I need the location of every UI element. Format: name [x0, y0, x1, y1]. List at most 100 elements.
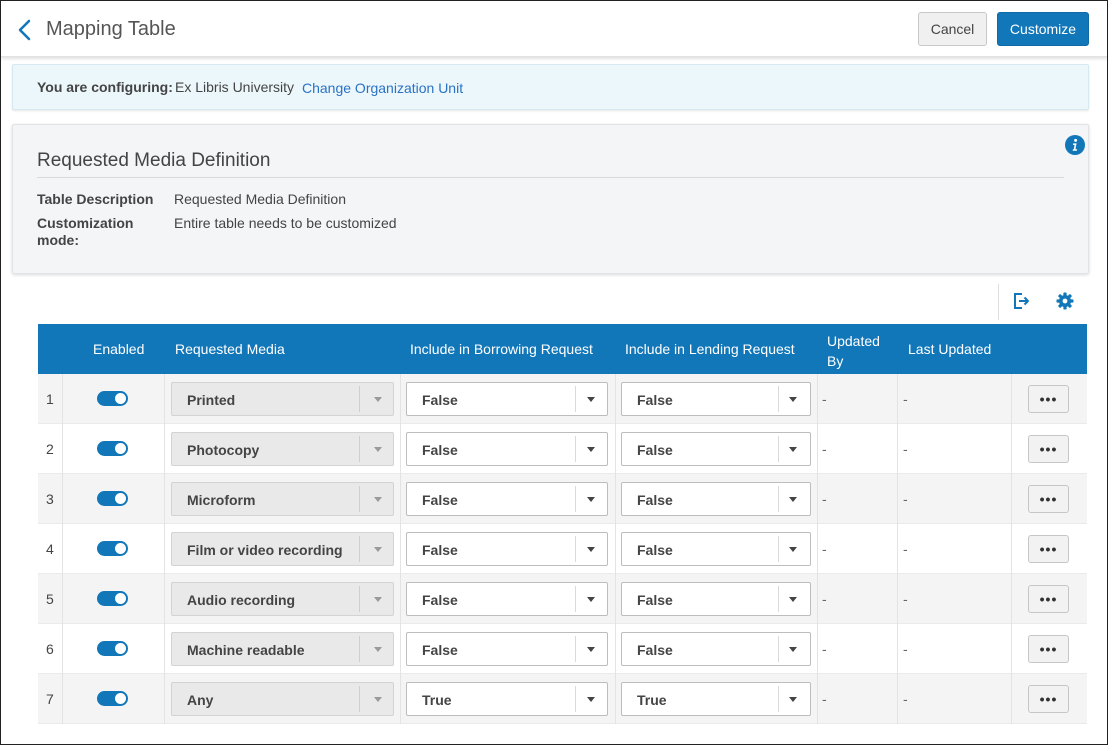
borrowing-request-select[interactable]: False: [406, 432, 608, 466]
caret-down-icon: [374, 547, 382, 552]
column-divider: [164, 374, 165, 424]
column-divider: [164, 674, 165, 724]
caret-down-icon[interactable]: [587, 597, 595, 602]
column-divider: [817, 374, 818, 424]
requested-media-value: Microform: [187, 492, 256, 508]
export-icon[interactable]: [1011, 291, 1031, 311]
chevron-left-icon[interactable]: [15, 17, 37, 43]
requested-media-value: Audio recording: [187, 592, 296, 608]
column-divider: [615, 474, 616, 524]
column-header-updated-by[interactable]: Updated By: [827, 331, 887, 371]
lending-request-select[interactable]: True: [621, 682, 811, 716]
row-actions-button[interactable]: •••: [1028, 635, 1069, 663]
lending-request-select[interactable]: False: [621, 532, 811, 566]
column-divider: [897, 674, 898, 724]
borrowing-request-value: True: [422, 692, 452, 708]
lending-request-select[interactable]: False: [621, 482, 811, 516]
lending-request-value: True: [637, 692, 667, 708]
enabled-toggle[interactable]: [97, 591, 128, 606]
caret-down-icon[interactable]: [789, 497, 797, 502]
borrowing-request-select[interactable]: True: [406, 682, 608, 716]
requested-media-select: Audio recording: [171, 582, 394, 616]
column-divider: [400, 574, 401, 624]
caret-down-icon[interactable]: [789, 397, 797, 402]
gear-icon[interactable]: [1055, 291, 1075, 311]
column-divider: [62, 474, 63, 524]
column-divider: [817, 624, 818, 674]
cancel-button[interactable]: Cancel: [918, 12, 987, 46]
row-actions-button[interactable]: •••: [1028, 585, 1069, 613]
lending-request-select[interactable]: False: [621, 382, 811, 416]
caret-down-icon[interactable]: [587, 497, 595, 502]
change-organization-unit-link[interactable]: Change Organization Unit: [302, 80, 463, 96]
table-row: 7 Any True True - - •••: [38, 674, 1087, 724]
select-divider: [359, 636, 360, 662]
select-divider: [778, 386, 779, 412]
column-divider: [62, 624, 63, 674]
lending-request-select[interactable]: False: [621, 582, 811, 616]
requested-media-select: Any: [171, 682, 394, 716]
caret-down-icon[interactable]: [587, 647, 595, 652]
requested-media-select: Photocopy: [171, 432, 394, 466]
caret-down-icon[interactable]: [587, 447, 595, 452]
row-actions-button[interactable]: •••: [1028, 435, 1069, 463]
caret-down-icon[interactable]: [789, 447, 797, 452]
select-divider: [575, 486, 576, 512]
row-actions-button[interactable]: •••: [1028, 485, 1069, 513]
enabled-toggle[interactable]: [97, 441, 128, 456]
caret-down-icon: [374, 397, 382, 402]
column-divider: [62, 424, 63, 474]
page-header: Mapping Table Cancel Customize: [1, 1, 1107, 57]
select-divider: [575, 436, 576, 462]
updated-by-value: -: [822, 591, 827, 607]
column-divider: [1011, 474, 1012, 524]
enabled-toggle[interactable]: [97, 541, 128, 556]
caret-down-icon[interactable]: [587, 397, 595, 402]
requested-media-value: Film or video recording: [187, 542, 343, 558]
select-divider: [359, 586, 360, 612]
caret-down-icon[interactable]: [587, 697, 595, 702]
column-divider: [62, 374, 63, 424]
info-icon[interactable]: [1065, 135, 1085, 155]
enabled-toggle[interactable]: [97, 641, 128, 656]
requested-media-value: Any: [187, 692, 214, 708]
updated-by-value: -: [822, 491, 827, 507]
row-actions-button[interactable]: •••: [1028, 535, 1069, 563]
lending-request-select[interactable]: False: [621, 432, 811, 466]
borrowing-request-select[interactable]: False: [406, 532, 608, 566]
borrowing-request-select[interactable]: False: [406, 632, 608, 666]
column-divider: [615, 574, 616, 624]
caret-down-icon[interactable]: [587, 547, 595, 552]
column-header-lending[interactable]: Include in Lending Request: [625, 341, 795, 357]
requested-media-select: Machine readable: [171, 632, 394, 666]
enabled-toggle[interactable]: [97, 491, 128, 506]
select-divider: [778, 536, 779, 562]
updated-by-value: -: [822, 441, 827, 457]
caret-down-icon[interactable]: [789, 597, 797, 602]
caret-down-icon[interactable]: [789, 547, 797, 552]
enabled-toggle[interactable]: [97, 691, 128, 706]
column-divider: [62, 524, 63, 574]
column-divider: [400, 624, 401, 674]
last-updated-value: -: [903, 391, 908, 407]
column-header-requested-media[interactable]: Requested Media: [175, 341, 285, 357]
select-divider: [359, 436, 360, 462]
borrowing-request-select[interactable]: False: [406, 382, 608, 416]
borrowing-request-select[interactable]: False: [406, 582, 608, 616]
column-divider: [1011, 624, 1012, 674]
enabled-toggle[interactable]: [97, 391, 128, 406]
borrowing-request-value: False: [422, 392, 458, 408]
row-actions-button[interactable]: •••: [1028, 685, 1069, 713]
column-divider: [897, 574, 898, 624]
column-divider: [817, 424, 818, 474]
lending-request-value: False: [637, 492, 673, 508]
column-header-last-updated[interactable]: Last Updated: [908, 341, 991, 357]
borrowing-request-select[interactable]: False: [406, 482, 608, 516]
caret-down-icon[interactable]: [789, 697, 797, 702]
column-header-borrowing[interactable]: Include in Borrowing Request: [410, 341, 593, 357]
column-header-enabled[interactable]: Enabled: [93, 341, 144, 357]
lending-request-select[interactable]: False: [621, 632, 811, 666]
row-actions-button[interactable]: •••: [1028, 385, 1069, 413]
customize-button[interactable]: Customize: [997, 12, 1089, 46]
caret-down-icon[interactable]: [789, 647, 797, 652]
